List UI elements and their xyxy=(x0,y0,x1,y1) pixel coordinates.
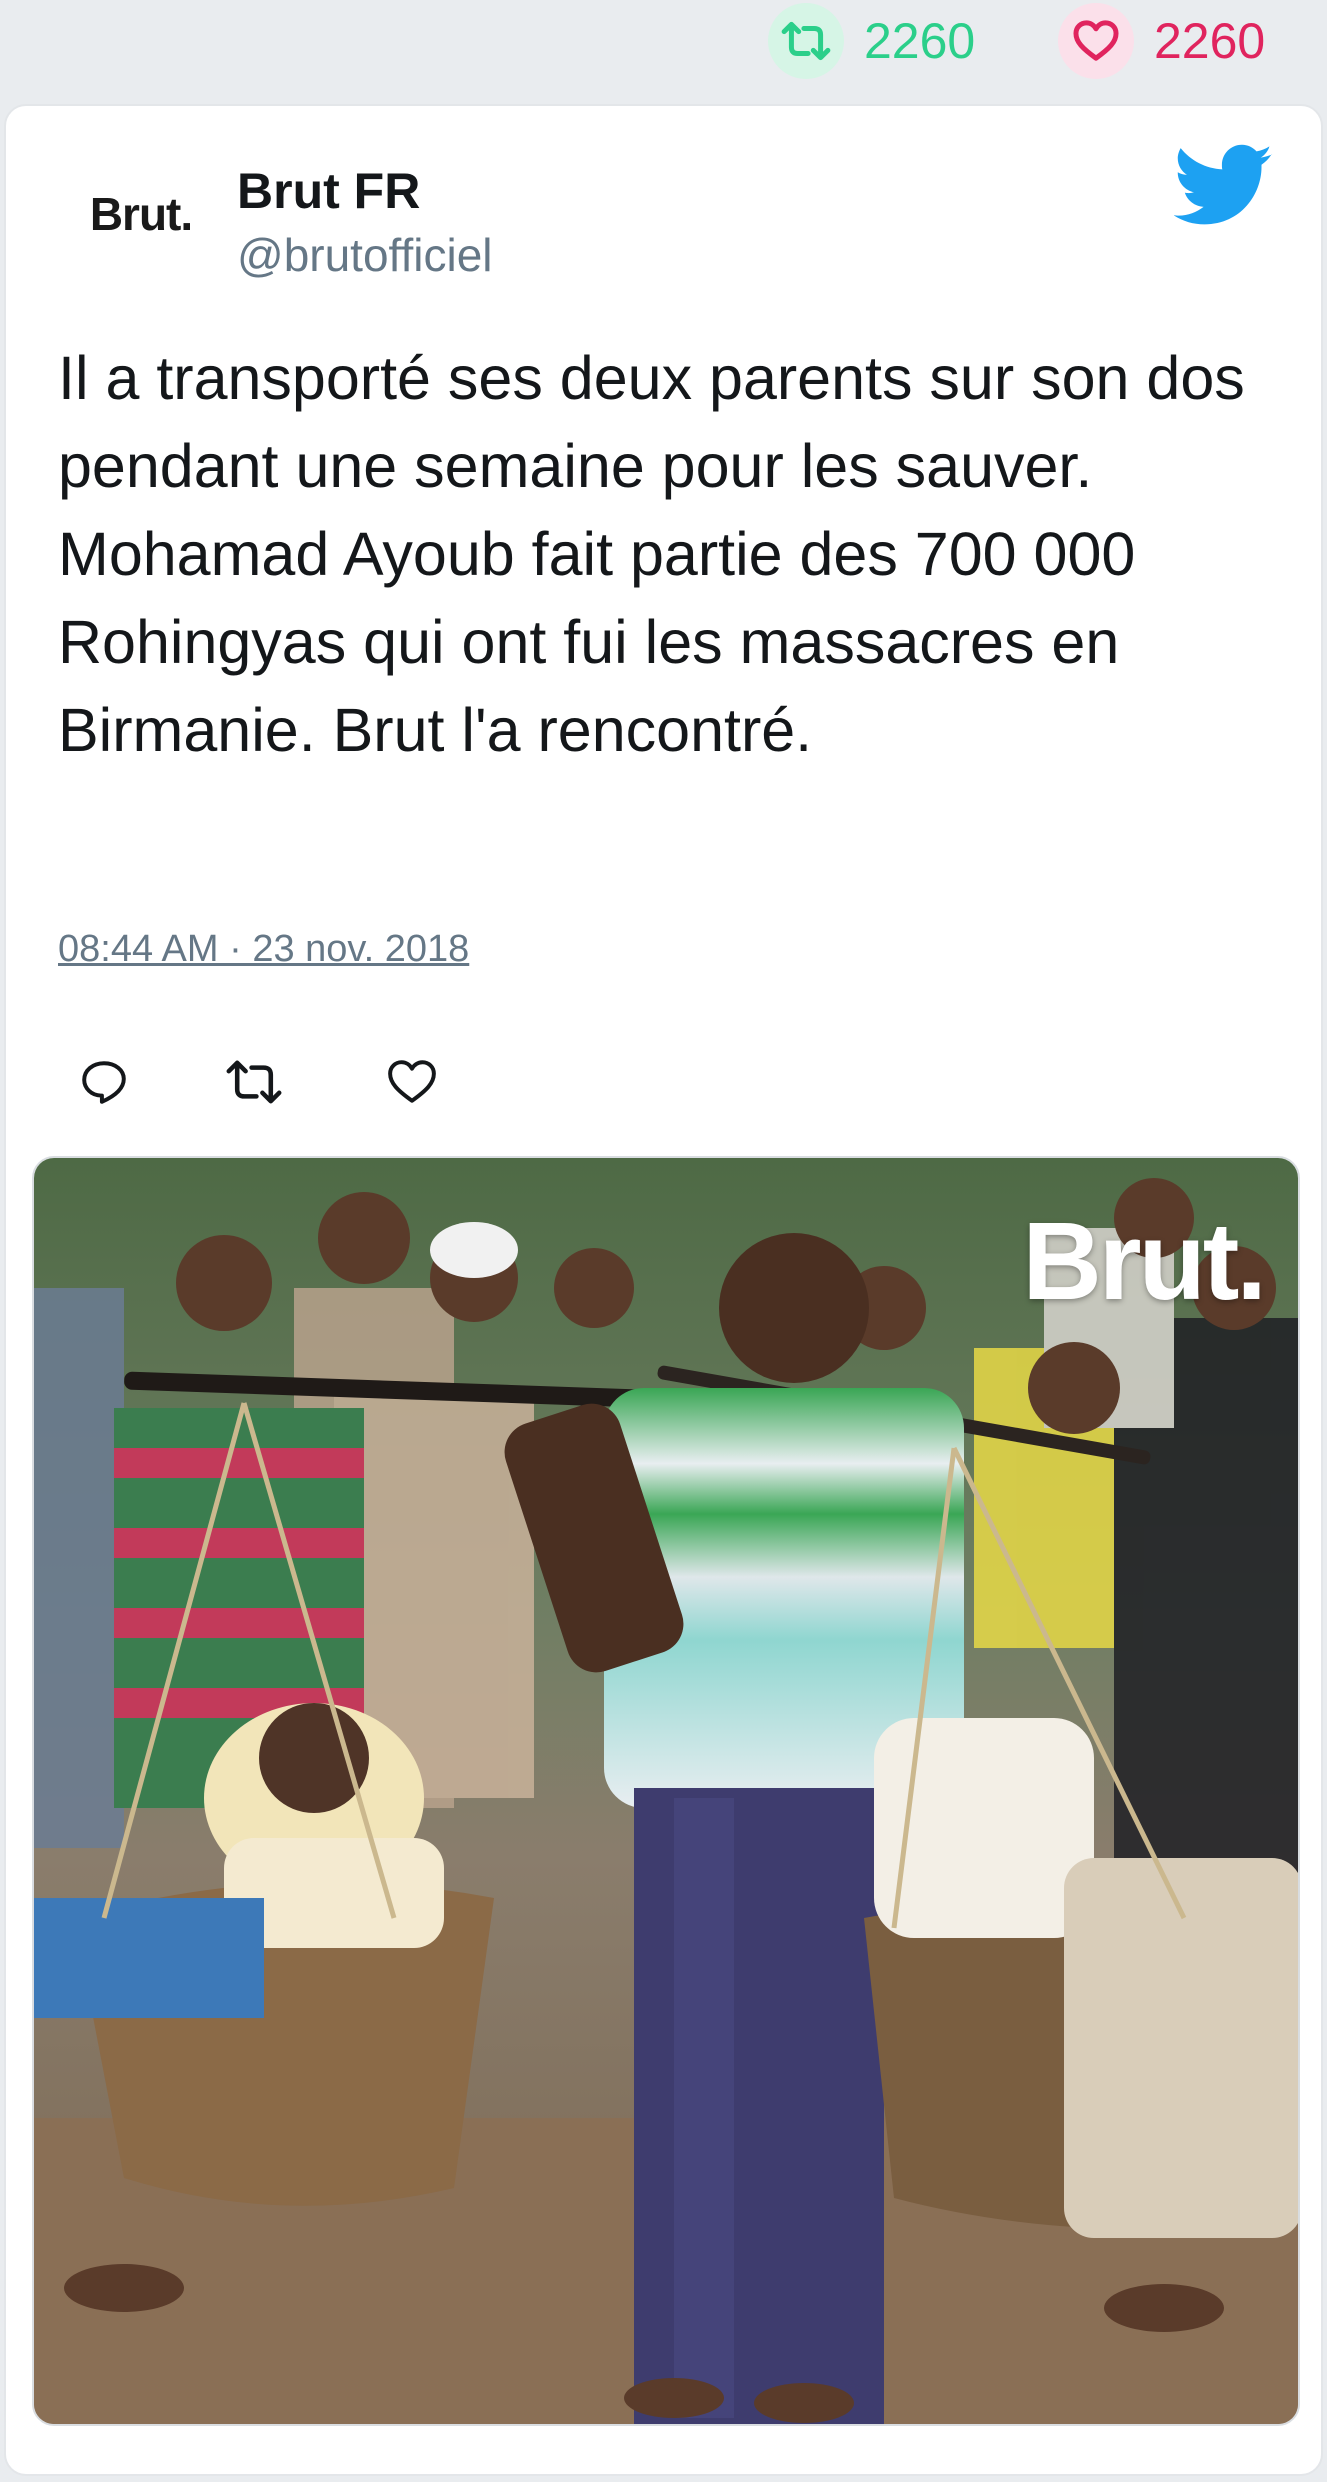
tweet-timestamp[interactable]: 08:44 AM · 23 nov. 2018 xyxy=(58,928,469,971)
author-handle[interactable]: @brutofficiel xyxy=(237,228,493,282)
author-name[interactable]: Brut FR xyxy=(237,162,420,220)
tweet-video[interactable]: Brut. xyxy=(32,1156,1300,2426)
like-button[interactable] xyxy=(380,1050,444,1114)
like-heart-icon xyxy=(388,1060,436,1103)
twitter-bird-icon[interactable] xyxy=(1173,144,1274,228)
video-frame xyxy=(34,1158,1298,2424)
retweet-count: 2260 xyxy=(864,13,976,69)
like-count: 2260 xyxy=(1154,13,1266,69)
reply-button[interactable] xyxy=(72,1050,136,1114)
retweet-action-icon xyxy=(226,1060,282,1104)
retweet-stat[interactable]: 2260 xyxy=(768,3,976,79)
reply-icon xyxy=(82,1061,126,1104)
avatar-logo: Brut. xyxy=(89,188,193,240)
stats-bar: 2260 2260 xyxy=(0,0,1327,104)
like-stat[interactable]: 2260 xyxy=(1058,3,1266,79)
tweet-card: Brut. Brut FR @brutofficiel Il a transpo… xyxy=(4,104,1323,2476)
heart-icon[interactable] xyxy=(1058,3,1134,79)
avatar[interactable]: Brut. xyxy=(66,164,216,264)
retweet-button[interactable] xyxy=(222,1050,286,1114)
tweet-text: Il a transporté ses deux parents sur son… xyxy=(58,344,1245,764)
retweet-icon[interactable] xyxy=(768,3,844,79)
brut-watermark: Brut. xyxy=(1022,1200,1267,1323)
